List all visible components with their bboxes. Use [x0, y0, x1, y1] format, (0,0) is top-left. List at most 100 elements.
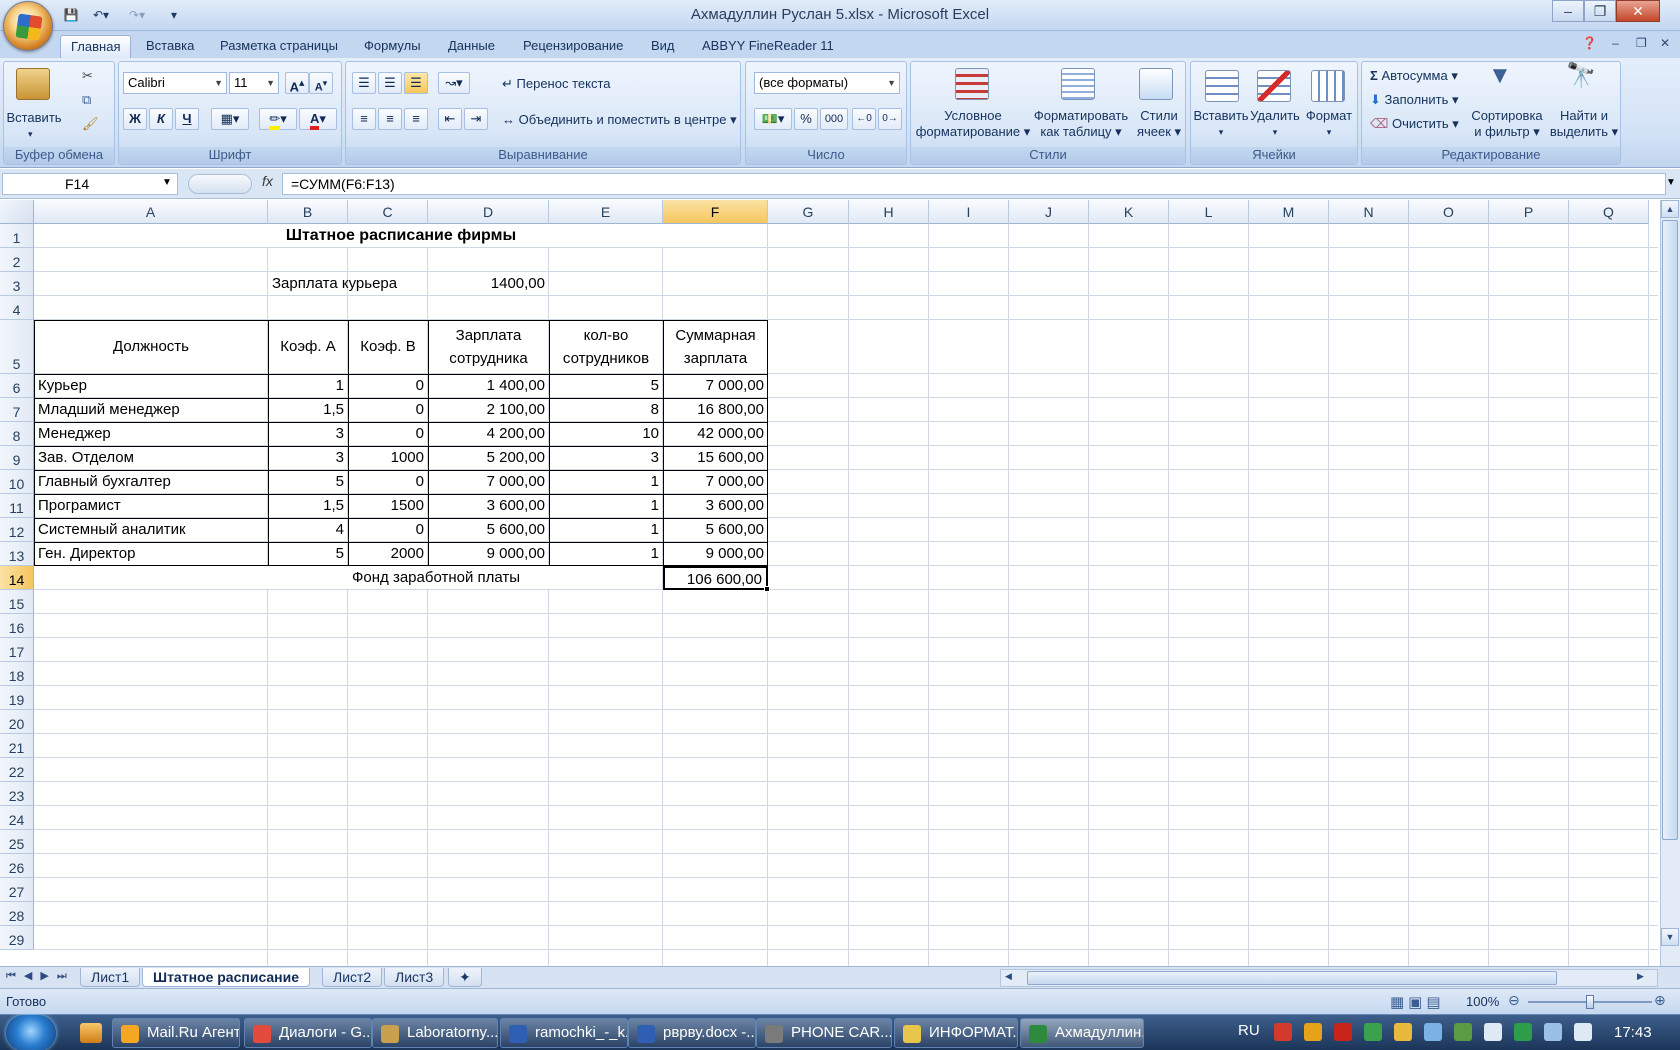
italic-button[interactable]: К	[149, 108, 173, 130]
sort-filter-button[interactable]: Сортировка и фильтр ▾	[1466, 108, 1548, 140]
decrease-decimal-button[interactable]: 0→	[878, 108, 902, 130]
row-header[interactable]: 8	[0, 422, 34, 446]
data-cell[interactable]: 2000	[348, 542, 428, 566]
column-header[interactable]: L	[1169, 200, 1249, 224]
taskbar-item[interactable]: PHONE CAR...	[756, 1018, 892, 1048]
tab-data[interactable]: Данные	[438, 35, 505, 58]
row-header[interactable]: 9	[0, 446, 34, 470]
paste-button[interactable]: Вставить	[6, 110, 62, 126]
column-header[interactable]: C	[348, 200, 428, 224]
column-header[interactable]: O	[1409, 200, 1489, 224]
row-header[interactable]: 22	[0, 758, 34, 782]
tray-icon[interactable]	[1514, 1023, 1532, 1041]
column-header[interactable]: A	[34, 200, 268, 224]
row-header[interactable]: 12	[0, 518, 34, 542]
row-header[interactable]: 3	[0, 272, 34, 296]
data-cell[interactable]: 1	[549, 518, 663, 542]
scroll-down-button[interactable]: ▼	[1661, 928, 1679, 946]
select-all-corner[interactable]	[0, 200, 34, 224]
grow-font-button[interactable]: A▴	[285, 72, 309, 94]
data-cell[interactable]: 5	[268, 542, 348, 566]
data-cell[interactable]: 5 600,00	[663, 518, 768, 542]
data-cell[interactable]: 8	[549, 398, 663, 422]
data-cell[interactable]: 3 600,00	[428, 494, 549, 518]
data-cell[interactable]: 3	[549, 446, 663, 470]
row-header[interactable]: 1	[0, 224, 34, 248]
position-cell[interactable]: Програмист	[34, 494, 268, 518]
column-header[interactable]: F	[663, 200, 768, 224]
worksheet-grid[interactable]: ABCDEFGHIJKLMNOPQ 1 2 3 4 5 6 7 8 9 10 11 12 13 14 15 1…	[0, 200, 1658, 966]
data-cell[interactable]: 15 600,00	[663, 446, 768, 470]
row-header[interactable]: 24	[0, 806, 34, 830]
data-cell[interactable]: 9 000,00	[428, 542, 549, 566]
tray-icon[interactable]	[1394, 1023, 1412, 1041]
tray-icon[interactable]	[1424, 1023, 1442, 1041]
row-header[interactable]: 17	[0, 638, 34, 662]
position-cell[interactable]: Младший менеджер	[34, 398, 268, 422]
font-name-select[interactable]: Calibri ▼	[123, 72, 227, 94]
tab-review[interactable]: Рецензирование	[513, 35, 633, 58]
copy-icon[interactable]: ⧉	[82, 92, 91, 108]
data-cell[interactable]: 7 000,00	[428, 470, 549, 494]
tab-page-layout[interactable]: Разметка страницы	[210, 35, 348, 58]
sheet-tab-list1[interactable]: Лист1	[80, 968, 141, 987]
horizontal-scroll-thumb[interactable]	[1027, 971, 1557, 985]
percent-button[interactable]: %	[794, 108, 818, 130]
data-cell[interactable]: 1000	[348, 446, 428, 470]
taskbar-item[interactable]: Mail.Ru Агент	[112, 1018, 240, 1048]
data-cell[interactable]: 7 000,00	[663, 374, 768, 398]
position-cell[interactable]: Главный бухгалтер	[34, 470, 268, 494]
data-cell[interactable]: 5 600,00	[428, 518, 549, 542]
zoom-level[interactable]: 100%	[1466, 994, 1499, 1009]
data-cell[interactable]: 9 000,00	[663, 542, 768, 566]
formula-bar-resize-handle[interactable]	[188, 174, 252, 194]
column-header[interactable]: I	[929, 200, 1009, 224]
data-cell[interactable]: 3 600,00	[663, 494, 768, 518]
currency-button[interactable]: 💵▾	[754, 108, 792, 130]
row-header[interactable]: 26	[0, 854, 34, 878]
data-cell[interactable]: 3	[268, 422, 348, 446]
row-header[interactable]: 10	[0, 470, 34, 494]
align-right-button[interactable]: ≡	[404, 108, 428, 130]
header-coef-a[interactable]: Коэф. А	[268, 320, 348, 374]
column-header[interactable]: J	[1009, 200, 1089, 224]
header-coef-b[interactable]: Коэф. В	[348, 320, 428, 374]
merge-center-button[interactable]: ↔ Объединить и поместить в центре ▾	[502, 112, 737, 128]
data-cell[interactable]: 3	[268, 446, 348, 470]
column-header[interactable]: E	[549, 200, 663, 224]
taskbar-item[interactable]: Диалоги - G...	[244, 1018, 372, 1048]
name-box[interactable]: F14	[2, 173, 178, 195]
zoom-out-button[interactable]: ⊖	[1508, 992, 1520, 1009]
clear-button[interactable]: ⌫ Очистить ▾	[1370, 116, 1459, 132]
sheet-title[interactable]: Штатное расписание фирмы	[34, 224, 768, 248]
data-cell[interactable]: 0	[348, 470, 428, 494]
courier-salary-label[interactable]: Зарплата курьера	[268, 272, 428, 296]
data-cell[interactable]: 5	[549, 374, 663, 398]
tray-icon[interactable]	[1274, 1023, 1292, 1041]
align-left-button[interactable]: ≡	[352, 108, 376, 130]
data-cell[interactable]: 4	[268, 518, 348, 542]
row-header[interactable]: 29	[0, 926, 34, 950]
tab-insert[interactable]: Вставка	[136, 35, 204, 58]
row-header[interactable]: 14	[0, 566, 34, 590]
tray-icon[interactable]	[1484, 1023, 1502, 1041]
column-header[interactable]: H	[849, 200, 929, 224]
align-top-button[interactable]: ☰	[352, 72, 376, 94]
row-header[interactable]: 20	[0, 710, 34, 734]
data-cell[interactable]: 1,5	[268, 494, 348, 518]
font-size-select[interactable]: 11 ▼	[229, 72, 279, 94]
data-cell[interactable]: 1500	[348, 494, 428, 518]
name-box-dropdown-icon[interactable]: ▼	[162, 177, 172, 188]
restore-button[interactable]: ❐	[1584, 0, 1616, 22]
increase-decimal-button[interactable]: ←0	[852, 108, 876, 130]
zoom-slider-thumb[interactable]	[1586, 995, 1594, 1009]
bold-button[interactable]: Ж	[123, 108, 147, 130]
data-cell[interactable]: 2 100,00	[428, 398, 549, 422]
doc-minimize-icon[interactable]: –	[1612, 36, 1619, 50]
fill-handle[interactable]	[764, 586, 770, 592]
close-button[interactable]: ✕	[1616, 0, 1660, 22]
format-painter-icon[interactable]: 🖌	[82, 116, 99, 132]
scroll-left-button[interactable]: ◀	[1005, 971, 1012, 982]
row-header[interactable]: 15	[0, 590, 34, 614]
scroll-up-button[interactable]: ▲	[1661, 200, 1679, 218]
